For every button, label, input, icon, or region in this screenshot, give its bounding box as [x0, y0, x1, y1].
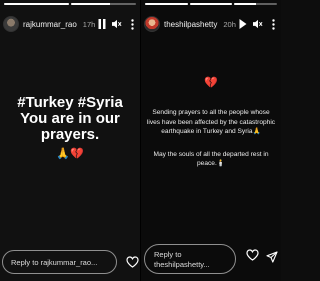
- username[interactable]: rajkummar_rao: [23, 20, 77, 29]
- heart-icon[interactable]: [245, 248, 259, 262]
- avatar[interactable]: [144, 16, 160, 32]
- reply-placeholder-line: theshilpashetty...: [154, 260, 210, 269]
- story-progress-bar: [4, 3, 136, 5]
- progress-segment: [189, 3, 233, 5]
- reply-input[interactable]: Reply to theshilpashetty...: [144, 244, 236, 274]
- heart-icon[interactable]: [125, 255, 139, 269]
- story-progress-bar: [145, 3, 278, 5]
- progress-segment: [71, 3, 136, 5]
- play-icon[interactable]: [238, 18, 248, 30]
- post-time: 17h: [82, 19, 96, 29]
- avatar[interactable]: [3, 16, 19, 32]
- story-paragraph: May the souls of all the departed rest i…: [153, 150, 269, 168]
- pause-icon[interactable]: [97, 18, 107, 30]
- speaker-mute-icon[interactable]: [253, 18, 263, 30]
- progress-segment: [4, 3, 69, 5]
- more-icon[interactable]: [268, 18, 278, 30]
- story-line: #Turkey #Syria: [17, 94, 123, 111]
- broken-heart-emoji: 💔: [204, 77, 218, 89]
- username[interactable]: theshilpashetty: [164, 20, 217, 29]
- story-text: 💔 Sending prayers to all the people whos…: [141, 76, 281, 169]
- progress-segment: [145, 3, 188, 5]
- reply-input[interactable]: Reply to rajkummar_rao...: [2, 250, 117, 274]
- speaker-mute-icon[interactable]: [112, 18, 122, 30]
- story-panel-rajkummar: rajkummar_rao 17h #Turkey #Syria You are…: [0, 0, 140, 281]
- story-line: You are in our: [20, 110, 120, 127]
- story-panel-shilpa: theshilpashetty 20h 💔 Sending prayers to…: [141, 0, 281, 281]
- story-text: #Turkey #Syria You are in our prayers. 🙏…: [0, 94, 140, 161]
- story-header: theshilpashetty 20h: [144, 14, 278, 34]
- post-time: 20h: [223, 19, 236, 29]
- reply-placeholder-line: Reply to: [154, 250, 182, 259]
- progress-segment: [234, 3, 278, 5]
- more-icon[interactable]: [127, 18, 137, 30]
- story-line: prayers.: [40, 126, 100, 143]
- story-emoji: 🙏💔: [56, 148, 84, 160]
- story-header: rajkummar_rao 17h: [3, 14, 137, 34]
- story-paragraph: Sending prayers to all the people whose …: [146, 109, 276, 135]
- send-icon[interactable]: [265, 250, 279, 264]
